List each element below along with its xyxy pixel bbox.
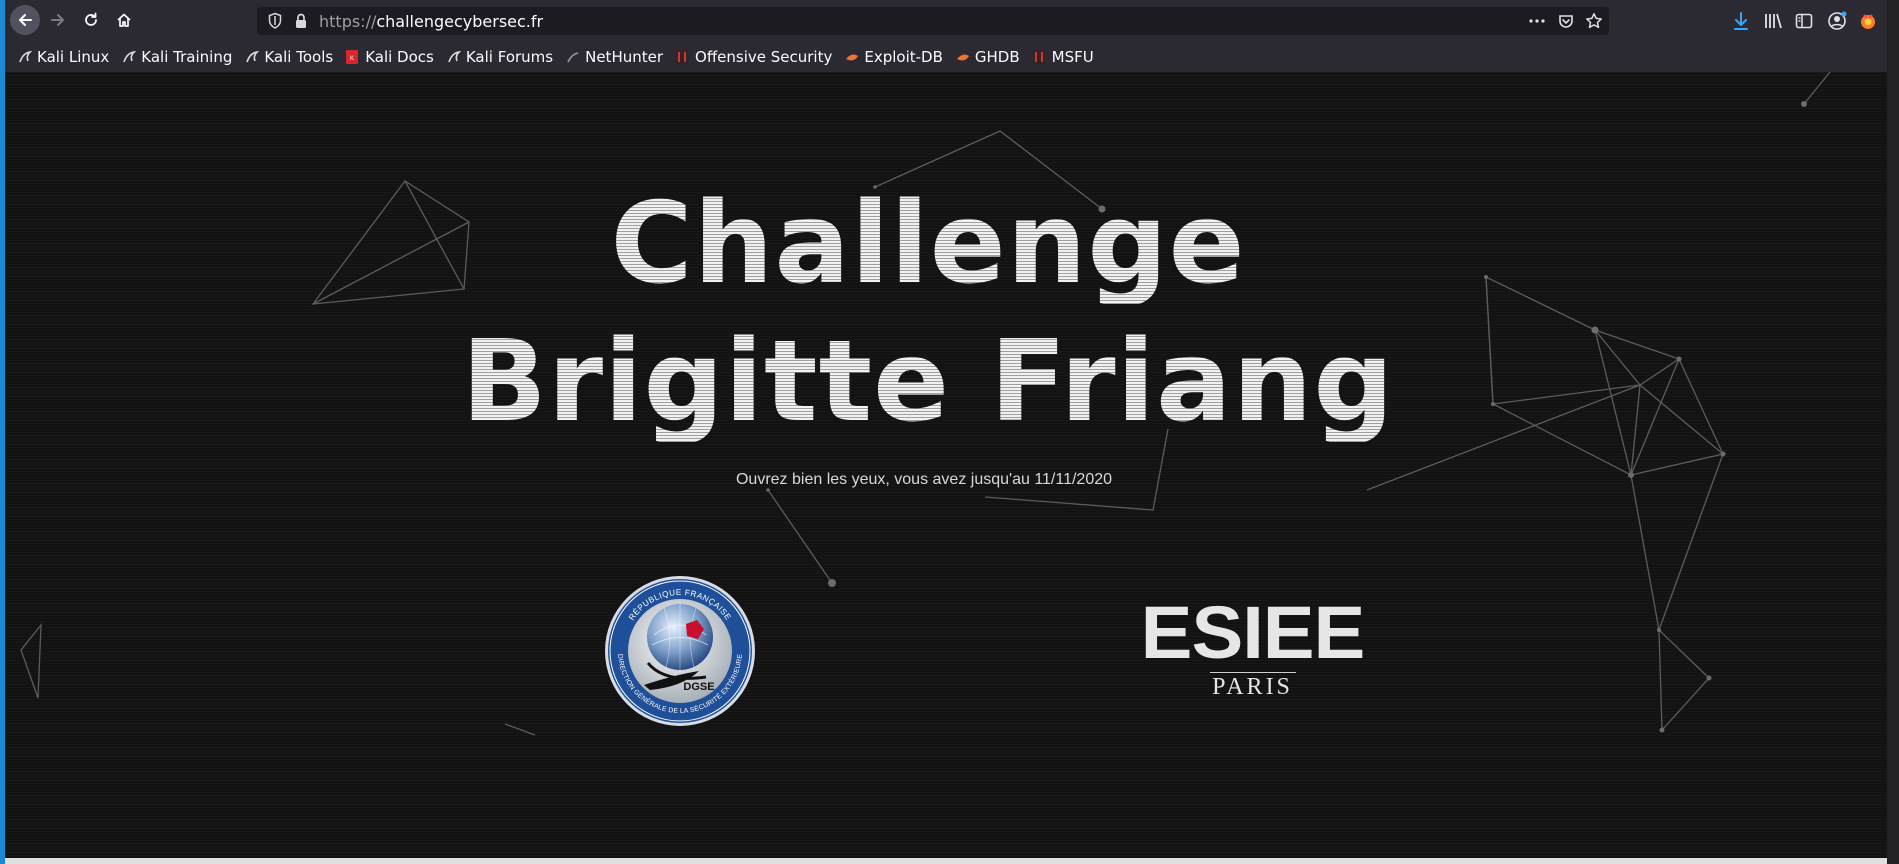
- dgse-center-text: DGSE: [683, 681, 714, 693]
- esiee-logo-city: PARIS: [1212, 674, 1293, 700]
- forward-arrow-icon: [51, 14, 64, 26]
- bookmark-msfu[interactable]: MSFU: [1032, 43, 1094, 71]
- bookmark-label: GHDB: [974, 48, 1020, 66]
- bookmark-label: MSFU: [1051, 48, 1094, 66]
- offsec-icon: [676, 50, 690, 64]
- page-content: Challenge Brigitte Friang Ouvrez bien le…: [5, 72, 1887, 858]
- bookmark-label: Kali Tools: [264, 48, 334, 66]
- page-actions-button[interactable]: [1526, 11, 1548, 31]
- pocket-button[interactable]: [1555, 11, 1577, 31]
- sidebar-icon: [1795, 13, 1813, 29]
- dgse-logo: DGSE RÉPUBLIQUE FRANÇAISE DIRECTION GÉNÉ…: [605, 576, 755, 726]
- library-button[interactable]: [1760, 9, 1786, 33]
- extension-button[interactable]: [1855, 9, 1881, 33]
- url-text[interactable]: https://challengecybersec.fr: [319, 12, 543, 31]
- lock-icon[interactable]: [294, 12, 308, 34]
- bookmark-label: NetHunter: [585, 48, 664, 66]
- url-host: challengecybersec.fr: [376, 12, 544, 31]
- bookmark-label: Offensive Security: [695, 48, 833, 66]
- url-bar[interactable]: https://challengecybersec.fr: [257, 7, 1609, 35]
- kali-dragon-icon: [447, 50, 462, 64]
- reload-icon: [85, 12, 97, 26]
- nethunter-icon: [566, 50, 580, 64]
- exploit-db-icon: [845, 50, 859, 64]
- kali-docs-icon: K: [346, 50, 360, 64]
- bookmark-label: Kali Training: [141, 48, 233, 66]
- bookmark-kali-tools[interactable]: Kali Tools: [245, 43, 333, 71]
- home-icon: [117, 13, 131, 27]
- hero-subtitle: Ouvrez bien les yeux, vous avez jusqu'au…: [735, 471, 1113, 488]
- bookmark-star-button[interactable]: [1583, 11, 1605, 31]
- navigation-toolbar: https://challengecybersec.fr: [5, 0, 1887, 42]
- bookmark-label: Kali Forums: [465, 48, 554, 66]
- bookmarks-toolbar: Kali Linux Kali Training Kali Tools K Kali D…: [5, 42, 1887, 72]
- forward-button[interactable]: [43, 5, 73, 35]
- sidebar-button[interactable]: [1791, 9, 1817, 33]
- star-icon: [1586, 13, 1602, 29]
- hero-title-line2: Brigitte Friang: [5, 322, 1869, 442]
- bookmark-nethunter[interactable]: NetHunter: [566, 43, 663, 71]
- bookmark-label: Exploit-DB: [864, 48, 943, 66]
- ghdb-icon: [956, 50, 970, 64]
- firefox-extension-icon: [1861, 14, 1875, 29]
- window-right-edge: [1887, 0, 1899, 864]
- account-button[interactable]: [1824, 9, 1850, 33]
- bookmark-exploit-db[interactable]: Exploit-DB: [845, 43, 943, 71]
- back-button[interactable]: [10, 5, 40, 35]
- esiee-logo-divider: [1210, 672, 1296, 673]
- browser-window: https://challengecybersec.fr Kali Linux …: [0, 0, 1899, 864]
- kali-dragon-icon: [18, 50, 33, 64]
- library-icon: [1765, 13, 1782, 29]
- pocket-icon: [1559, 15, 1573, 28]
- msfu-icon: [1032, 50, 1047, 64]
- bookmark-ghdb[interactable]: GHDB: [956, 43, 1020, 71]
- horizontal-scrollbar[interactable]: [5, 858, 1887, 864]
- home-button[interactable]: [109, 5, 139, 35]
- kali-dragon-icon: [245, 50, 260, 64]
- download-icon: [1734, 12, 1748, 30]
- esiee-logo-word: ESIEE: [1140, 591, 1366, 674]
- bookmark-offensive-security[interactable]: Offensive Security: [676, 43, 832, 71]
- reload-button[interactable]: [76, 5, 106, 35]
- hero-title-line1: Challenge: [5, 184, 1869, 304]
- downloads-button[interactable]: [1728, 9, 1754, 33]
- kali-dragon-icon: [122, 50, 137, 64]
- account-icon: [1828, 11, 1847, 30]
- bookmark-kali-training[interactable]: Kali Training: [122, 43, 232, 71]
- tracking-protection-icon[interactable]: [267, 12, 283, 34]
- bookmark-label: Kali Linux: [37, 48, 110, 66]
- esiee-logo: ESIEE PARIS: [1141, 594, 1366, 704]
- bookmark-kali-forums[interactable]: Kali Forums: [447, 43, 553, 71]
- more-icon: [1529, 19, 1545, 23]
- svg-text:K: K: [350, 56, 354, 62]
- back-arrow-icon: [19, 14, 32, 26]
- url-protocol: https://: [319, 12, 377, 31]
- bookmark-label: Kali Docs: [365, 48, 434, 66]
- bookmark-kali-docs[interactable]: K Kali Docs: [346, 43, 434, 71]
- bookmark-kali-linux[interactable]: Kali Linux: [18, 43, 109, 71]
